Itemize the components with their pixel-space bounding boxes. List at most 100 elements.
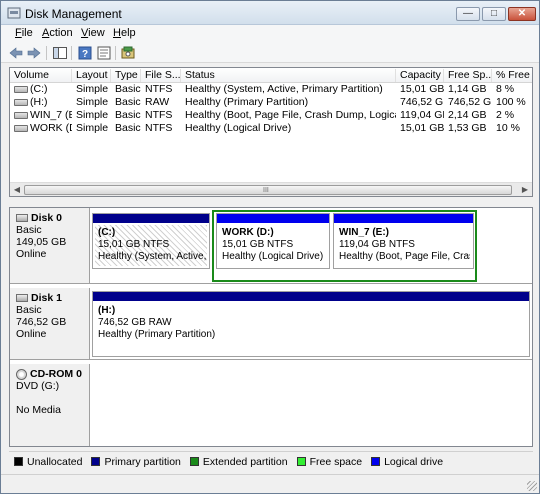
disk-type: Basic bbox=[16, 304, 42, 316]
volume-icon bbox=[14, 111, 28, 119]
partition-title: WORK (D:) bbox=[222, 227, 274, 238]
help-icon[interactable]: ? bbox=[76, 45, 94, 61]
svg-text:?: ? bbox=[82, 49, 88, 60]
resize-grip-icon[interactable] bbox=[527, 481, 537, 491]
disk-size: 149,05 GB bbox=[16, 236, 67, 248]
primary-partition-band bbox=[93, 292, 529, 301]
volume-type: Basic bbox=[115, 83, 141, 95]
partition-d[interactable]: WORK (D:) 15,01 GB NTFS Healthy (Logical… bbox=[216, 213, 330, 269]
partition-size: 15,01 GB NTFS bbox=[98, 239, 170, 250]
legend-item-free-space: Free space bbox=[296, 456, 362, 468]
disk-row-disk-0[interactable]: Disk 0 Basic 149,05 GB Online (C:) 15,01… bbox=[10, 208, 532, 284]
legend-swatch bbox=[14, 457, 23, 466]
minimize-button[interactable]: — bbox=[456, 7, 480, 21]
volume-file-system: NTFS bbox=[145, 122, 173, 134]
disk-row-cdrom-0[interactable]: CD-ROM 0 DVD (G:) No Media bbox=[10, 364, 532, 446]
volume-status: Healthy (System, Active, Primary Partiti… bbox=[185, 83, 383, 95]
menu-action[interactable]: Action bbox=[42, 27, 73, 39]
disk-settings-icon[interactable] bbox=[119, 45, 137, 61]
disk-management-window: Disk Management — □ ✕ File Action View H… bbox=[0, 0, 540, 494]
menu-file[interactable]: File bbox=[15, 27, 33, 39]
legend-item-primary: Primary partition bbox=[91, 456, 181, 468]
table-row[interactable]: (C:) Simple Basic NTFS Healthy (System, … bbox=[10, 83, 532, 96]
column-header-volume[interactable]: Volume bbox=[10, 69, 72, 82]
title-bar[interactable]: Disk Management — □ ✕ bbox=[1, 1, 539, 25]
volume-layout: Simple bbox=[76, 96, 109, 108]
maximize-button[interactable]: □ bbox=[482, 7, 506, 21]
volume-capacity: 15,01 GB bbox=[400, 83, 444, 95]
menu-help[interactable]: Help bbox=[113, 27, 136, 39]
volume-name: WIN_7 (E:) bbox=[30, 109, 72, 121]
volume-file-system: RAW bbox=[145, 96, 170, 108]
logical-drive-band bbox=[334, 214, 473, 223]
properties-icon[interactable] bbox=[95, 45, 113, 61]
table-row[interactable]: WIN_7 (E:) Simple Basic NTFS Healthy (Bo… bbox=[10, 109, 532, 122]
volume-layout: Simple bbox=[76, 122, 109, 134]
column-header-type[interactable]: Type bbox=[111, 69, 141, 82]
partition-title: WIN_7 (E:) bbox=[339, 227, 389, 238]
table-row[interactable]: WORK (D:) Simple Basic NTFS Healthy (Log… bbox=[10, 122, 532, 135]
volume-type: Basic bbox=[115, 109, 141, 121]
column-header-percent-free[interactable]: % Free bbox=[492, 69, 532, 82]
disk-state: Online bbox=[16, 328, 47, 340]
column-header-status[interactable]: Status bbox=[181, 69, 396, 82]
menu-view[interactable]: View bbox=[81, 27, 105, 39]
volume-icon bbox=[14, 98, 28, 106]
volume-percent-free: 10 % bbox=[496, 122, 520, 134]
scrollbar-grip: III bbox=[263, 187, 269, 194]
volume-status: Healthy (Logical Drive) bbox=[185, 122, 292, 134]
disk-label[interactable]: Disk 0 Basic 149,05 GB Online bbox=[10, 208, 90, 283]
disk-label[interactable]: Disk 1 Basic 746,52 GB Online bbox=[10, 288, 90, 359]
column-header-file-system[interactable]: File S... bbox=[141, 69, 181, 82]
legend-swatch bbox=[371, 457, 381, 466]
partition-size: 746,52 GB RAW bbox=[98, 317, 172, 328]
disk-type: Basic bbox=[16, 224, 42, 236]
cd-rom-icon bbox=[16, 368, 27, 380]
partition-h[interactable]: (H:) 746,52 GB RAW Healthy (Primary Part… bbox=[92, 291, 530, 357]
disk-name: CD-ROM 0 bbox=[30, 368, 82, 380]
partition-status: Healthy (Logical Drive) bbox=[222, 251, 324, 262]
disk-label[interactable]: CD-ROM 0 DVD (G:) No Media bbox=[10, 364, 90, 446]
volume-icon bbox=[14, 85, 28, 93]
horizontal-scrollbar[interactable]: ◀ III ▶ bbox=[10, 182, 532, 196]
legend-item-logical: Logical drive bbox=[371, 456, 443, 468]
legend-swatch bbox=[296, 457, 306, 466]
back-icon[interactable] bbox=[7, 45, 25, 61]
forward-icon[interactable] bbox=[25, 45, 43, 61]
column-header-capacity[interactable]: Capacity bbox=[396, 69, 444, 82]
pane-splitter[interactable] bbox=[1, 201, 539, 206]
volume-status: Healthy (Primary Partition) bbox=[185, 96, 309, 108]
volume-free-space: 746,52 GB bbox=[448, 96, 492, 108]
toolbar-separator bbox=[115, 46, 116, 60]
window-title: Disk Management bbox=[25, 7, 122, 21]
volume-file-system: NTFS bbox=[145, 83, 173, 95]
disk-state: No Media bbox=[16, 404, 61, 416]
show-hide-tree-icon[interactable] bbox=[51, 45, 69, 61]
column-header-free-space[interactable]: Free Sp... bbox=[444, 69, 492, 82]
partition-title: (C:) bbox=[98, 227, 116, 238]
scrollbar-thumb[interactable]: III bbox=[24, 185, 512, 195]
volume-percent-free: 100 % bbox=[496, 96, 526, 108]
partition-size: 15,01 GB NTFS bbox=[222, 239, 294, 250]
volume-name: WORK (D:) bbox=[30, 122, 72, 134]
partition-e[interactable]: WIN_7 (E:) 119,04 GB NTFS Healthy (Boot,… bbox=[333, 213, 474, 269]
disk-row-disk-1[interactable]: Disk 1 Basic 746,52 GB Online (H:) 746,5… bbox=[10, 288, 532, 360]
volume-list[interactable]: Volume Layout Type File S... Status Capa… bbox=[9, 67, 533, 197]
partition-c[interactable]: (C:) 15,01 GB NTFS Healthy (System, Acti… bbox=[92, 213, 210, 269]
column-header-layout[interactable]: Layout bbox=[72, 69, 111, 82]
disk-name: Disk 1 bbox=[31, 292, 62, 304]
volume-free-space: 1,14 GB bbox=[448, 83, 487, 95]
volume-percent-free: 2 % bbox=[496, 109, 515, 121]
hard-disk-icon bbox=[16, 294, 28, 302]
legend-item-extended: Extended partition bbox=[189, 456, 288, 468]
scroll-left-arrow-icon[interactable]: ◀ bbox=[10, 184, 24, 196]
legend: Unallocated Primary partition Extended p… bbox=[9, 451, 533, 471]
hard-disk-icon bbox=[16, 214, 28, 222]
legend-swatch bbox=[189, 457, 199, 466]
table-row[interactable]: (H:) Simple Basic RAW Healthy (Primary P… bbox=[10, 96, 532, 109]
partition-status: Healthy (System, Active, P bbox=[98, 251, 206, 262]
scroll-right-arrow-icon[interactable]: ▶ bbox=[518, 184, 532, 196]
volume-type: Basic bbox=[115, 122, 141, 134]
close-button[interactable]: ✕ bbox=[508, 7, 536, 21]
